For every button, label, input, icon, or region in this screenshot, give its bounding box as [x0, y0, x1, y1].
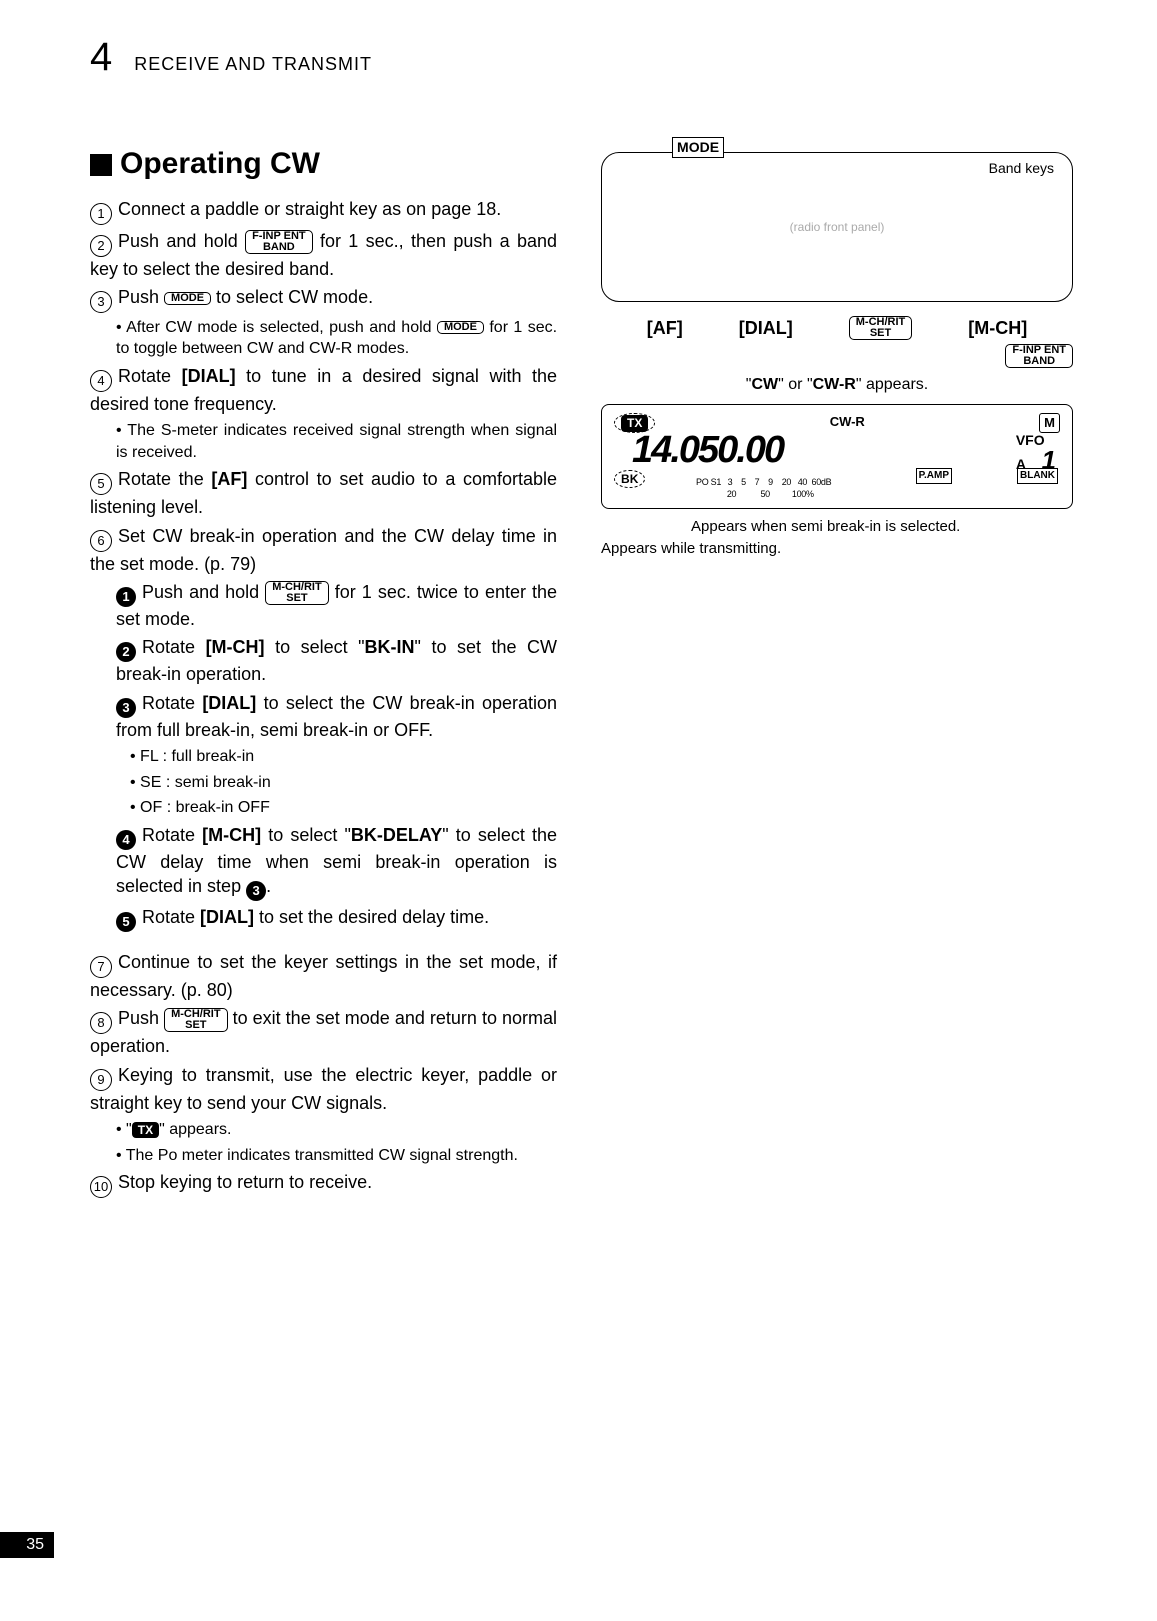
lcd-bk: BK	[614, 470, 645, 488]
panel-label-mode: MODE	[672, 137, 724, 158]
step-text: Keying to transmit, use the electric key…	[90, 1065, 557, 1113]
step-text: Stop keying to return to receive.	[118, 1172, 372, 1192]
panel-label-band-keys: Band keys	[989, 159, 1054, 178]
step-marker: 2	[90, 235, 112, 257]
label-mch: [M-CH]	[968, 316, 1027, 340]
note-transmitting: Appears while transmitting.	[601, 539, 1073, 559]
lcd-m-indicator: M	[1039, 413, 1060, 433]
step-marker: 8	[90, 1012, 112, 1034]
option: • OF : break-in OFF	[130, 797, 557, 819]
step-sub: " appears.	[159, 1121, 231, 1138]
tx-icon: TX	[132, 1122, 159, 1138]
label-af: [AF]	[647, 316, 683, 340]
page-number: 35	[0, 1532, 54, 1558]
step-text: to select CW mode.	[211, 287, 373, 307]
radio-front-panel-diagram: MODE Band keys (radio front panel)	[601, 152, 1073, 302]
key-mch-rit-set: M-CH/RITSET	[849, 316, 913, 340]
step-marker: 5	[90, 473, 112, 495]
lcd-frequency: 14.050.00	[632, 433, 783, 467]
substep-marker: 5	[116, 912, 136, 932]
step-marker: 6	[90, 530, 112, 552]
label-dial: [DIAL]	[739, 316, 793, 340]
square-bullet-icon	[90, 154, 112, 176]
step-text: Set CW break-in operation and the CW del…	[90, 526, 557, 574]
lcd-display-diagram: TX CW-R M 14.050.00 VFO A 1 P.AMP BLANK …	[601, 404, 1073, 509]
lcd-caption: "CW" or "CW-R" appears.	[601, 374, 1073, 396]
substep-marker: 4	[116, 830, 136, 850]
step-sub: • The S-meter indicates received signal …	[116, 420, 557, 463]
step-sub: • After CW mode is selected, push and ho…	[116, 319, 437, 336]
step-text: Push	[118, 1008, 164, 1028]
step-text: Connect a paddle or straight key as on p…	[118, 199, 501, 219]
key-f-inp-ent-band: F-INP ENTBAND	[1005, 344, 1073, 368]
step-text: Continue to set the keyer settings in th…	[90, 952, 557, 1000]
instruction-list: 1 Connect a paddle or straight key as on …	[90, 197, 557, 1199]
option: • FL : full break-in	[130, 746, 557, 768]
substep-marker: 3	[116, 698, 136, 718]
lcd-mode: CW-R	[830, 413, 865, 433]
chapter-title: RECEIVE AND TRANSMIT	[134, 52, 372, 76]
key-mch-rit-set: M-CH/RITSET	[265, 581, 329, 605]
chapter-number: 4	[90, 30, 112, 84]
key-mode: MODE	[164, 292, 211, 305]
step-marker: 9	[90, 1069, 112, 1091]
lcd-blank: BLANK	[1017, 468, 1058, 484]
step-sub: • "	[116, 1121, 132, 1138]
step-text: Push	[118, 287, 164, 307]
key-mode: MODE	[437, 321, 484, 334]
step-marker: 3	[90, 291, 112, 313]
key-f-inp-ent-band: F-INP ENTBAND	[245, 230, 313, 254]
section-title: Operating CW	[90, 144, 557, 185]
step-marker: 1	[90, 203, 112, 225]
step-text: Push and hold	[142, 582, 265, 602]
step-text: Push and hold	[118, 231, 245, 251]
substep-marker: 2	[116, 642, 136, 662]
step-marker: 10	[90, 1176, 112, 1198]
step-marker: 7	[90, 956, 112, 978]
option: • SE : semi break-in	[130, 772, 557, 794]
key-mch-rit-set: M-CH/RITSET	[164, 1008, 228, 1032]
lcd-meter-scale: PO S1 3 5 7 9 20 40 60dB 20 50 100%	[696, 476, 1006, 500]
note-semi-breakin: Appears when semi break-in is selected.	[691, 517, 1073, 537]
inline-step-ref: 3	[246, 881, 266, 901]
substep-marker: 1	[116, 587, 136, 607]
step-sub: • The Po meter indicates transmitted CW …	[116, 1145, 557, 1167]
step-marker: 4	[90, 370, 112, 392]
